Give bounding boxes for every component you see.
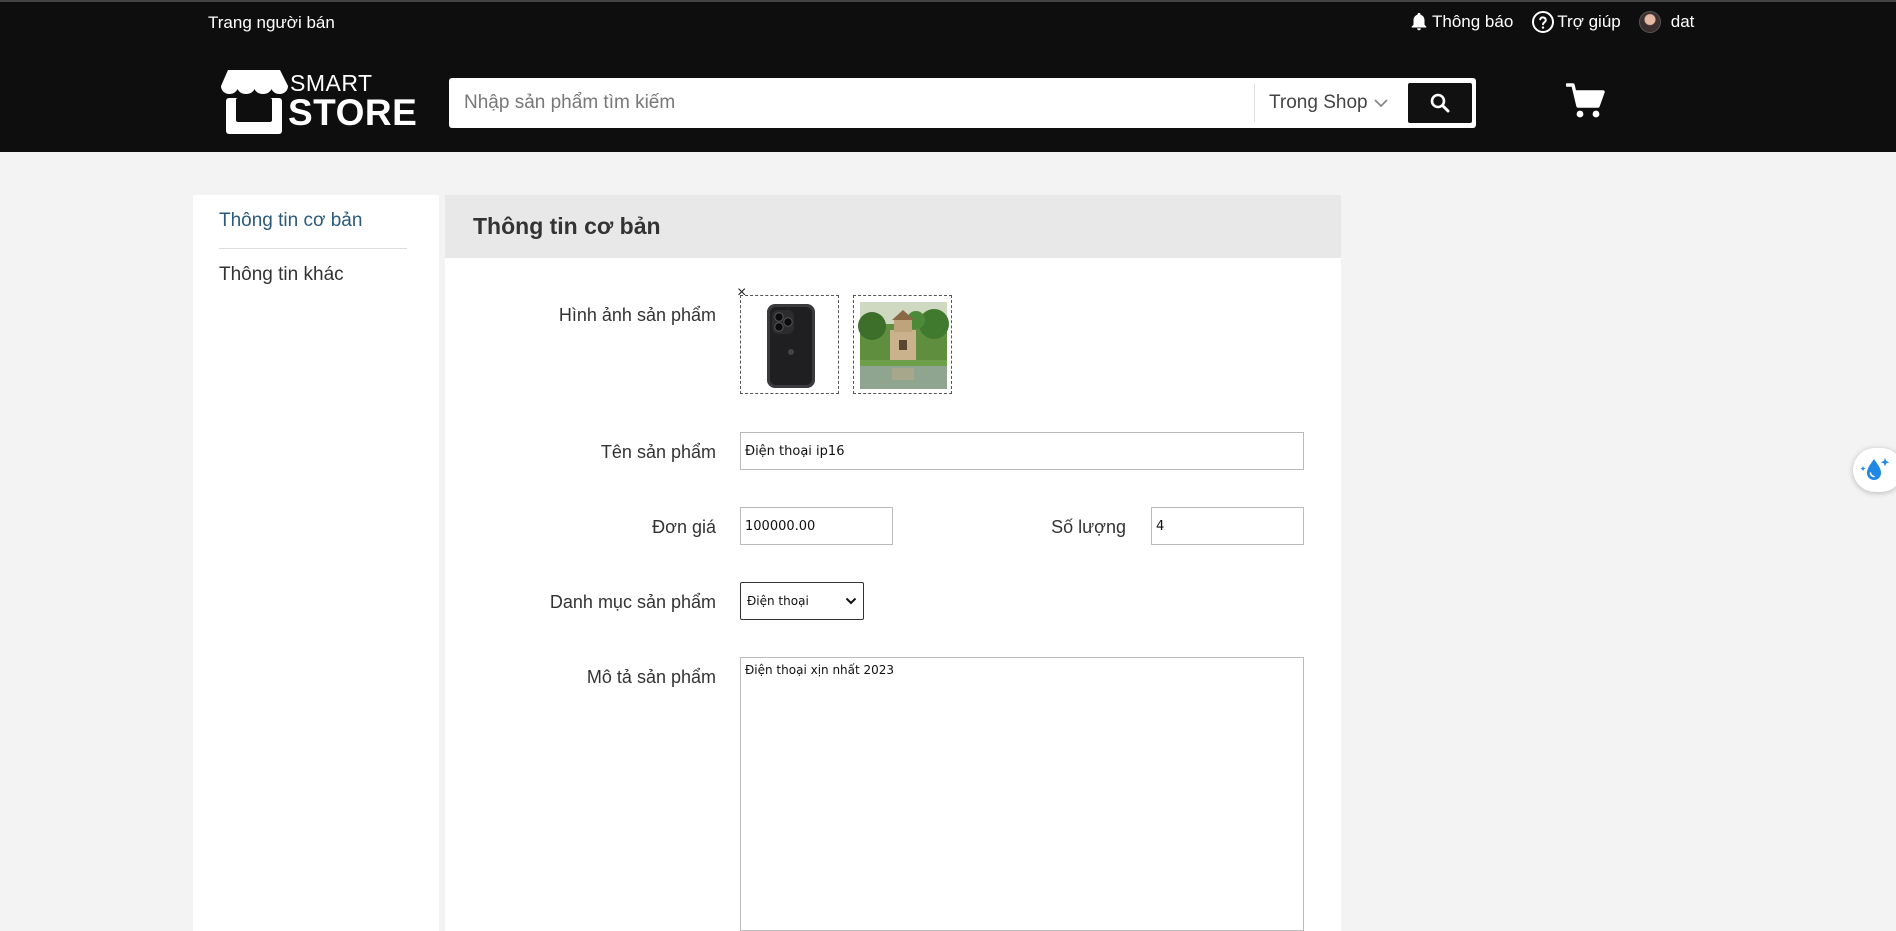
panel-header: Thông tin cơ bản xyxy=(445,195,1341,258)
product-name-label: Tên sản phẩm xyxy=(600,442,716,462)
sidebar-divider xyxy=(219,248,407,249)
product-name-input[interactable]: Điện thoại ip16 xyxy=(740,432,1304,470)
search-bar: Trong Shop xyxy=(449,78,1476,128)
cart-button[interactable] xyxy=(1565,82,1606,125)
quantity-label: Số lượng xyxy=(1051,517,1126,537)
quantity-input[interactable]: 4 xyxy=(1151,507,1304,545)
description-label: Mô tả sản phẩm xyxy=(586,667,716,687)
search-scope-select[interactable]: Trong Shop xyxy=(1254,84,1409,122)
price-label: Đơn giá xyxy=(652,517,716,537)
store-logo-icon xyxy=(221,70,288,134)
user-name: dat xyxy=(1670,12,1695,31)
search-icon xyxy=(1430,93,1450,113)
avatar xyxy=(1638,11,1661,33)
seller-center-link[interactable]: Trang người bán xyxy=(208,12,335,34)
cart-icon xyxy=(1565,83,1605,118)
product-image-thumb[interactable] xyxy=(853,295,952,394)
site-header: Trang người bán Thông báo Trợ giúp dat S… xyxy=(0,0,1896,152)
help-circle-icon xyxy=(1532,11,1555,33)
store-logo[interactable]: SMART STORE xyxy=(218,68,417,138)
bell-icon xyxy=(1411,12,1427,31)
page-title: Thông tin cơ bản xyxy=(473,213,661,239)
logo-text-store: STORE xyxy=(288,92,418,133)
phone-image xyxy=(767,304,815,388)
help-link[interactable]: Trợ giúp xyxy=(1531,10,1621,34)
notifications-label: Thông báo xyxy=(1432,12,1514,31)
landscape-image xyxy=(858,302,949,389)
product-image-thumb[interactable] xyxy=(740,295,839,394)
search-button[interactable] xyxy=(1408,83,1472,123)
top-right-nav: Thông báo Trợ giúp dat xyxy=(1408,8,1712,36)
product-images-label: Hình ảnh sản phẩm xyxy=(558,305,716,325)
water-drop-sparkle-icon xyxy=(1860,458,1890,480)
chevron-down-icon xyxy=(845,597,857,605)
search-scope-value: Trong Shop xyxy=(1269,92,1368,113)
sidebar-item-other-info[interactable]: Thông tin khác xyxy=(219,263,407,287)
category-label: Danh mục sản phẩm xyxy=(549,592,716,612)
category-select[interactable]: Điện thoại xyxy=(740,582,864,620)
chevron-down-icon xyxy=(1374,99,1388,108)
notifications-link[interactable]: Thông báo xyxy=(1408,11,1513,33)
sidebar-item-basic-info[interactable]: Thông tin cơ bản xyxy=(219,209,407,233)
floating-assistant-button[interactable] xyxy=(1853,448,1896,492)
price-input[interactable]: 100000.00 xyxy=(740,507,893,545)
category-select-value: Điện thoại xyxy=(747,594,809,608)
sidebar: Thông tin cơ bản Thông tin khác xyxy=(193,195,439,931)
description-textarea[interactable]: Điện thoại xịn nhất 2023 xyxy=(740,657,1304,931)
search-input[interactable] xyxy=(449,78,1254,128)
help-label: Trợ giúp xyxy=(1557,12,1621,31)
user-menu[interactable]: dat xyxy=(1638,11,1695,33)
